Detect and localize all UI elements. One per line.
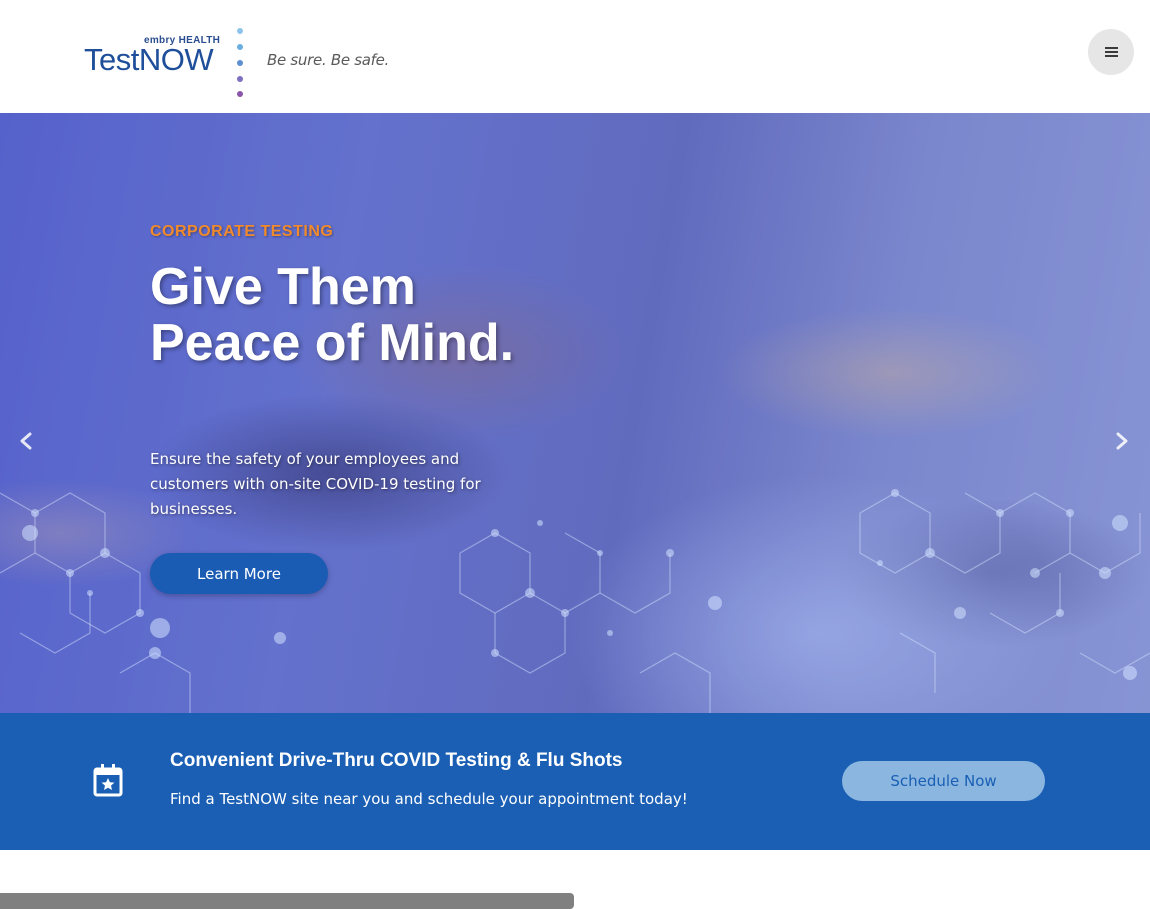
hero-slider: CORPORATE TESTING Give Them Peace of Min…: [0, 113, 1150, 713]
hero-title: Give Them Peace of Mind.: [150, 258, 515, 372]
molecule-pattern-graphic: [0, 489, 1150, 713]
schedule-banner: Convenient Drive-Thru COVID Testing & Fl…: [0, 713, 1150, 850]
logo-dots-icon: [237, 28, 243, 98]
menu-button[interactable]: [1088, 29, 1134, 75]
logo-wordmark: TestNOW: [84, 42, 214, 77]
logo-tagline: Be sure. Be safe.: [267, 51, 390, 69]
hero-description: Ensure the safety of your employees and …: [150, 450, 481, 518]
banner-subtitle: Find a TestNOW site near you and schedul…: [170, 790, 688, 808]
testnow-logo[interactable]: embry HEALTH TestNOW Be sure. Be safe.: [84, 28, 404, 100]
logo-dot: [237, 60, 243, 66]
banner-title: Convenient Drive-Thru COVID Testing & Fl…: [170, 750, 623, 771]
hamburger-icon: [1104, 47, 1118, 57]
chevron-left-icon[interactable]: [16, 426, 36, 456]
chevron-right-icon[interactable]: [1112, 426, 1132, 456]
learn-more-button[interactable]: Learn More: [150, 553, 328, 594]
schedule-now-button[interactable]: Schedule Now: [842, 761, 1045, 801]
horizontal-scrollbar[interactable]: [0, 893, 574, 909]
logo-dot: [237, 28, 243, 34]
logo-dot: [237, 76, 243, 82]
hero-eyebrow: CORPORATE TESTING: [150, 223, 334, 240]
logo-dot: [237, 44, 243, 50]
calendar-star-icon: [93, 764, 123, 797]
site-header: embry HEALTH TestNOW Be sure. Be safe.: [0, 0, 1150, 113]
logo-dot: [237, 91, 243, 97]
